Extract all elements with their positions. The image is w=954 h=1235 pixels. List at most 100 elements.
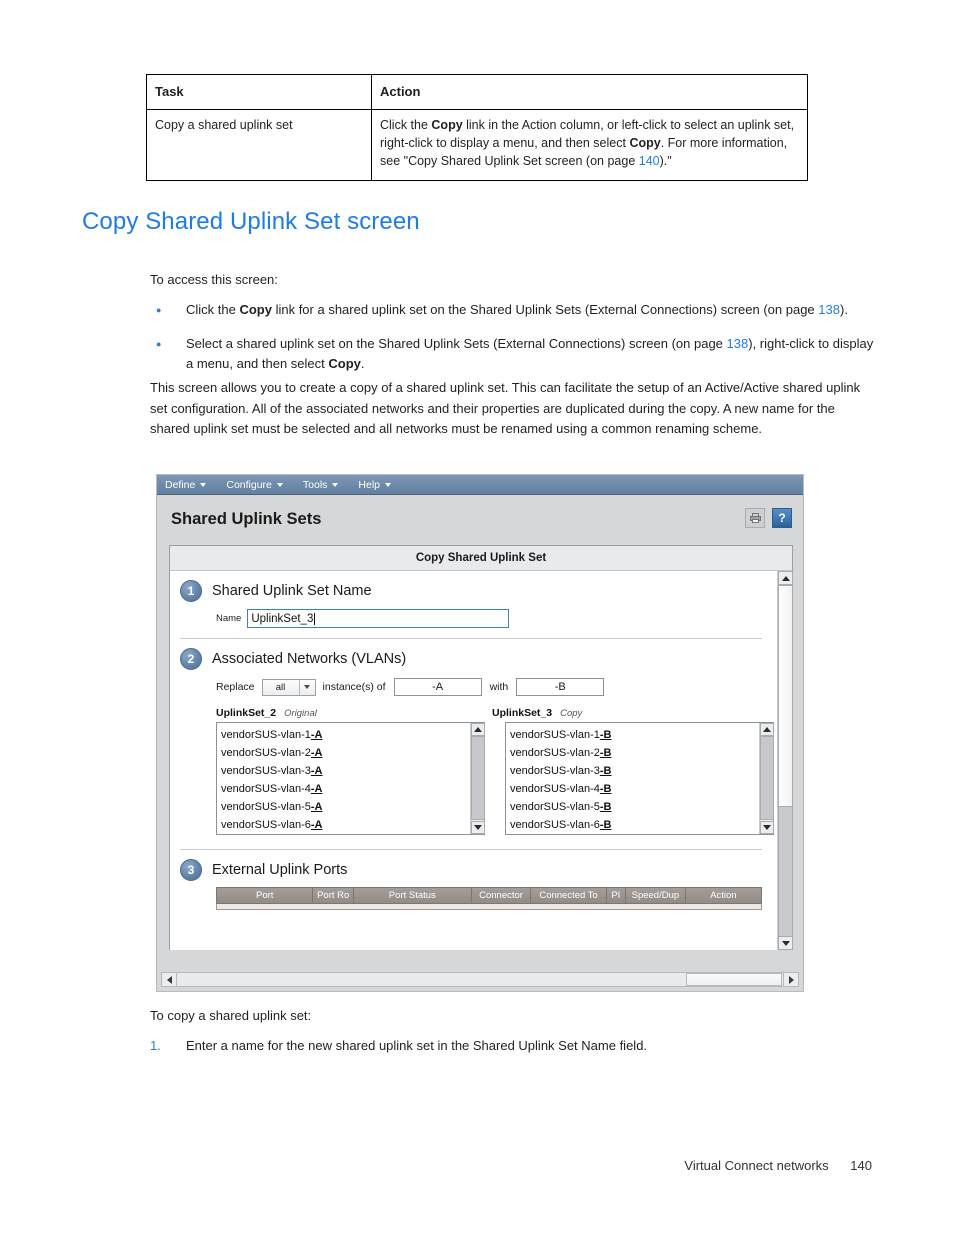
network-name-base: vendorSUS-vlan-3 — [221, 765, 311, 777]
list-item[interactable]: vendorSUS-vlan-3-B — [510, 762, 759, 780]
page-cross-reference-138-a[interactable]: 138 — [818, 302, 840, 317]
scrollbar-thumb[interactable] — [686, 973, 782, 986]
right-list-name: UplinkSet_3 — [492, 707, 553, 719]
bullet-icon — [150, 334, 186, 374]
network-name-base: vendorSUS-vlan-6 — [221, 819, 311, 831]
ports-table-body — [216, 904, 762, 910]
step-number-badge: 3 — [180, 859, 202, 881]
name-input-value: UplinkSet_3 — [251, 612, 314, 625]
list-item[interactable]: vendorSUS-vlan-4-A — [221, 780, 470, 798]
scroll-up-button[interactable] — [471, 723, 485, 736]
scroll-down-button[interactable] — [471, 821, 485, 834]
task-action-table: Task Action Copy a shared uplink set Cli… — [146, 73, 808, 181]
scroll-down-button[interactable] — [778, 936, 793, 950]
replace-text-input[interactable]: -B — [516, 678, 605, 696]
original-list-scrollbar[interactable] — [470, 723, 485, 834]
scrollbar-track[interactable] — [778, 807, 793, 936]
step-number: 1. — [150, 1038, 161, 1053]
replace-label: Replace — [216, 681, 255, 693]
scroll-up-button[interactable] — [760, 723, 774, 736]
bullet2-bold: Copy — [328, 355, 361, 371]
menu-help[interactable]: Help — [358, 479, 392, 491]
list-item[interactable]: vendorSUS-vlan-4-B — [510, 780, 759, 798]
closing-text: To copy a shared uplink set: — [150, 1008, 312, 1023]
network-name-suffix: -A — [310, 747, 323, 759]
column-header[interactable]: Connector — [472, 888, 532, 903]
list-item[interactable]: vendorSUS-vlan-5-B — [510, 798, 759, 816]
network-name-base: vendorSUS-vlan-2 — [510, 747, 600, 759]
print-icon[interactable] — [745, 508, 765, 528]
text-cursor-icon — [314, 612, 316, 625]
network-name-suffix: -B — [599, 765, 612, 777]
panel-vertical-scrollbar[interactable] — [777, 571, 793, 950]
app-horizontal-scrollbar[interactable] — [161, 972, 799, 987]
list-item[interactable]: vendorSUS-vlan-6-B — [510, 816, 759, 834]
printer-glyph — [749, 513, 761, 523]
step-number-badge: 2 — [180, 648, 202, 670]
copy-networks-listbox[interactable]: vendorSUS-vlan-1-B vendorSUS-vlan-2-B vend… — [505, 722, 774, 835]
copy-list-scrollbar[interactable] — [759, 723, 774, 834]
column-header[interactable]: Speed/Dup — [626, 888, 686, 903]
arrow-right-icon — [788, 975, 794, 984]
list-item[interactable]: vendorSUS-vlan-6-A — [221, 816, 470, 834]
application-screenshot: Define Configure Tools Help Shared Uplin… — [156, 474, 804, 992]
menu-define[interactable]: Define — [165, 478, 207, 491]
menu-define-label: Define — [165, 478, 196, 491]
list-item[interactable]: vendorSUS-vlan-2-B — [510, 744, 759, 762]
network-name-base: vendorSUS-vlan-4 — [510, 783, 600, 795]
list-item[interactable]: vendorSUS-vlan-5-A — [221, 798, 470, 816]
network-name-suffix: -B — [599, 819, 612, 831]
right-list-label: UplinkSet_3 Copy — [492, 707, 768, 719]
column-header[interactable]: Port Ro — [313, 888, 354, 903]
procedure-steps: 1. Enter a name for the new shared uplin… — [150, 1036, 874, 1056]
list-item[interactable]: vendorSUS-vlan-3-A — [221, 762, 470, 780]
left-list-label: UplinkSet_2 Original — [216, 707, 492, 719]
help-icon[interactable]: ? — [772, 508, 792, 528]
section2-title: Associated Networks (VLANs) — [212, 651, 407, 667]
section-external-uplink-ports: 3 External Uplink Ports Port Port Ro Port … — [170, 850, 774, 910]
column-header[interactable]: Port Status — [354, 888, 472, 903]
scrollbar-thumb[interactable] — [760, 736, 774, 820]
column-header[interactable]: Connected To — [531, 888, 607, 903]
scroll-right-button[interactable] — [783, 973, 798, 986]
menu-configure[interactable]: Configure — [226, 479, 283, 491]
list-item[interactable]: vendorSUS-vlan-1-B — [510, 726, 759, 744]
section-associated-networks: 2 Associated Networks (VLANs) Replace al… — [170, 639, 774, 850]
table-header-row: Task Action — [146, 73, 808, 111]
section3-header: 3 External Uplink Ports — [170, 850, 774, 881]
scroll-down-button[interactable] — [760, 821, 774, 834]
page-cross-reference-140[interactable]: 140 — [639, 154, 660, 168]
access-bullet-list: Click the Copy link for a shared uplink … — [150, 300, 874, 387]
chevron-down-glyph — [304, 685, 311, 689]
scroll-up-button[interactable] — [778, 571, 793, 585]
network-name-suffix: -A — [310, 819, 323, 831]
arrow-up-icon — [781, 575, 790, 581]
find-text-input[interactable]: -A — [393, 678, 482, 696]
scrollbar-thumb[interactable] — [471, 736, 485, 820]
scrollbar-thumb[interactable] — [778, 585, 793, 807]
page-cross-reference-138-b[interactable]: 138 — [727, 336, 749, 351]
replace-scope-select[interactable]: all — [261, 678, 316, 696]
scroll-left-button[interactable] — [162, 973, 177, 986]
section3-title: External Uplink Ports — [212, 862, 348, 878]
original-networks-listbox[interactable]: vendorSUS-vlan-1-A vendorSUS-vlan-2-A vend… — [216, 722, 485, 835]
bullet1-bold: Copy — [239, 302, 272, 317]
copy-networks-items: vendorSUS-vlan-1-B vendorSUS-vlan-2-B vend… — [506, 723, 759, 834]
section2-header: 2 Associated Networks (VLANs) — [170, 639, 774, 670]
column-header[interactable]: PI — [607, 888, 626, 903]
column-header[interactable]: Port — [217, 888, 314, 903]
cell-task: Copy a shared uplink set — [146, 109, 372, 181]
chevron-down-icon — [200, 482, 207, 487]
list-item: Click the Copy link for a shared uplink … — [150, 300, 874, 320]
bullet1-post: ). — [839, 302, 848, 317]
table-row: Copy a shared uplink set Click the Copy … — [146, 109, 808, 181]
network-name-base: vendorSUS-vlan-6 — [510, 819, 600, 831]
list-item[interactable]: vendorSUS-vlan-2-A — [221, 744, 470, 762]
list-item[interactable]: vendorSUS-vlan-1-A — [221, 726, 470, 744]
network-name-suffix: -A — [310, 729, 323, 741]
name-input[interactable]: UplinkSet_3 — [247, 609, 510, 628]
column-header[interactable]: Action — [686, 888, 761, 903]
arrow-left-icon — [166, 975, 172, 984]
menu-tools[interactable]: Tools — [303, 479, 339, 491]
chevron-down-icon[interactable] — [298, 679, 315, 695]
